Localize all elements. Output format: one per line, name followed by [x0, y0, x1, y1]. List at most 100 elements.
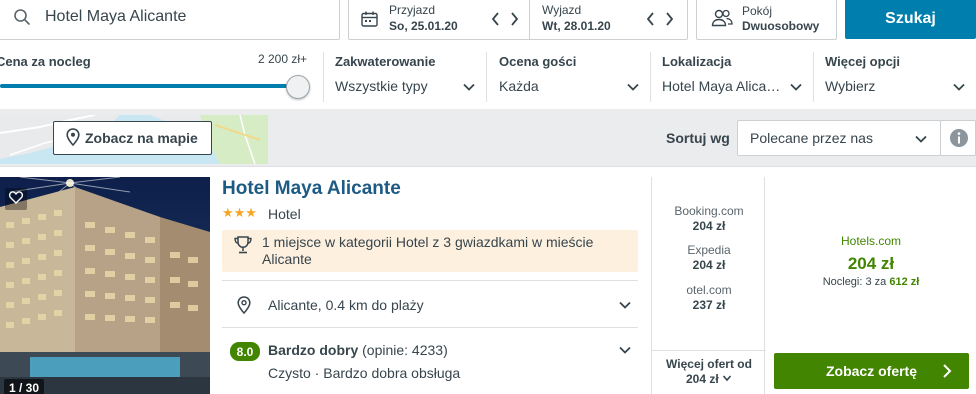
checkout-value: Wt, 28.01.20 — [542, 19, 611, 33]
chevron-down-icon — [618, 343, 632, 360]
best-offer-site[interactable]: Hotels.com — [766, 234, 976, 248]
more-offers-label: Więcej ofert od — [666, 357, 752, 371]
total-price: 612 zł — [889, 276, 920, 288]
best-offer-column: Hotels.com 204 zł Noclegi: 3 za 612 zł Z… — [766, 177, 976, 394]
date-picker: Przyjazd So, 25.01.20 Wyjazd Wt, 28.01.2… — [348, 0, 688, 40]
hotel-result-card: 1 / 30 Hotel Maya Alicante ★★★ Hotel 1 m… — [0, 166, 976, 394]
room-type-selector[interactable]: Pokój Dwuosobowy — [696, 0, 837, 40]
checkin-label: Przyjazd — [389, 3, 436, 17]
rating-summary: Bardzo dobry (opinie: 4233) — [268, 342, 448, 358]
destination-value: Hotel Maya Alicante — [45, 8, 187, 25]
search-button[interactable]: Szukaj — [845, 0, 976, 39]
nights-prefix: Noclegi: 3 za — [822, 276, 887, 288]
view-deal-button[interactable]: Zobacz ofertę — [774, 353, 969, 389]
location-row[interactable]: Alicante, 0.4 km do plaży — [222, 280, 638, 328]
offer-site: Booking.com — [674, 204, 744, 218]
rating-detail: Czysto · Bardzo dobra obsługa — [268, 365, 461, 381]
hotel-type: Hotel — [268, 206, 301, 222]
checkout-field[interactable]: Wyjazd Wt, 28.01.20 — [530, 0, 688, 39]
price-filter-title: Cena za nocleg — [0, 54, 91, 69]
chevron-down-icon — [722, 372, 732, 386]
sort-label: Sortuj wg — [666, 130, 730, 146]
location-filter[interactable]: Lokalizacja Hotel Maya Alica… — [662, 52, 805, 102]
hotel-name-link[interactable]: Hotel Maya Alicante — [222, 178, 401, 200]
destination-search-input[interactable]: Hotel Maya Alicante — [0, 0, 340, 40]
price-slider-handle[interactable] — [286, 75, 310, 99]
more-options-title: Więcej opcji — [825, 54, 901, 69]
image-counter: 1 / 30 — [4, 379, 45, 394]
calendar-icon — [361, 11, 378, 30]
room-value: Dwuosobowy — [742, 19, 820, 33]
rating-review-count: (opinie: 4233) — [362, 342, 448, 358]
checkout-next-icon[interactable] — [664, 12, 674, 29]
chevron-down-icon — [789, 80, 803, 94]
more-offers-price-row: 204 zł — [652, 372, 766, 386]
accommodation-filter[interactable]: Zakwaterowanie Wszystkie typy — [335, 52, 478, 102]
offer-site: Expedia — [687, 243, 731, 257]
offer-price: 237 zł — [692, 298, 726, 312]
filter-divider — [323, 52, 324, 102]
filter-divider — [650, 52, 651, 102]
offer-price: 204 zł — [692, 258, 726, 272]
sort-value: Polecane przez nas — [750, 130, 873, 146]
best-offer-price[interactable]: 204 zł — [766, 254, 976, 274]
chevron-right-icon — [942, 363, 952, 382]
filter-bar: Cena za nocleg 2 200 zł+ Zakwaterowanie … — [0, 44, 976, 109]
checkin-field[interactable]: Przyjazd So, 25.01.20 — [349, 0, 529, 39]
offer-item[interactable]: otel.com 237 zł — [652, 283, 766, 312]
chevron-down-icon — [462, 80, 476, 94]
checkout-label: Wyjazd — [542, 3, 582, 17]
guest-rating-filter[interactable]: Ocena gości Każda — [499, 52, 642, 102]
hotel-photo[interactable]: 1 / 30 — [0, 177, 210, 394]
people-icon — [711, 9, 733, 30]
award-text: 1 miejsce w kategorii Hotel z 3 gwiazdka… — [262, 234, 594, 267]
view-map-button[interactable]: Zobacz na mapie — [53, 121, 212, 155]
filter-divider — [486, 52, 487, 102]
chevron-down-icon — [618, 298, 632, 315]
checkin-next-icon[interactable] — [509, 12, 519, 29]
location-pin-icon — [237, 296, 251, 317]
more-offers-button[interactable]: Więcej ofert od 204 zł — [652, 350, 766, 394]
guest-rating-value: Każda — [499, 78, 539, 94]
chevron-down-icon — [914, 132, 928, 149]
offer-site: otel.com — [686, 283, 732, 297]
room-label: Pokój — [742, 4, 773, 18]
view-map-label: Zobacz na mapie — [85, 130, 198, 146]
other-offers-column: Booking.com 204 zł Expedia 204 zł otel.c… — [651, 177, 766, 394]
guest-rating-title: Ocena gości — [499, 54, 577, 69]
location-title: Lokalizacja — [662, 54, 732, 69]
more-offers-price: 204 zł — [685, 372, 719, 386]
best-offer-total: Noclegi: 3 za 612 zł — [766, 276, 976, 288]
location-value: Hotel Maya Alica… — [662, 78, 781, 94]
filter-divider — [813, 52, 814, 102]
more-options-filter[interactable]: Więcej opcji Wybierz — [825, 52, 968, 102]
rating-row[interactable]: 8.0 Bardzo dobry (opinie: 4233) Czysto ·… — [222, 328, 638, 388]
sort-select[interactable]: Polecane przez nas — [737, 120, 941, 156]
rating-score-badge: 8.0 — [230, 342, 260, 361]
more-options-value: Wybierz — [825, 78, 876, 94]
sort-info-button[interactable] — [940, 120, 976, 156]
offer-item[interactable]: Expedia 204 zł — [652, 243, 766, 272]
checkout-prev-icon[interactable] — [646, 12, 656, 29]
star-rating: ★★★ — [222, 205, 257, 220]
price-max-label: 2 200 zł+ — [258, 52, 308, 66]
chevron-down-icon — [626, 80, 640, 94]
search-icon — [13, 8, 31, 29]
accommodation-value: Wszystkie typy — [335, 78, 428, 94]
view-deal-label: Zobacz ofertę — [825, 363, 917, 379]
rating-word: Bardzo dobry — [268, 342, 359, 358]
offer-item[interactable]: Booking.com 204 zł — [652, 204, 766, 233]
favorite-button[interactable] — [5, 188, 27, 210]
chevron-down-icon — [952, 80, 966, 94]
checkin-prev-icon[interactable] — [491, 12, 501, 29]
heart-icon — [8, 191, 24, 207]
checkin-value: So, 25.01.20 — [389, 19, 458, 33]
trophy-icon — [233, 235, 253, 258]
map-pin-icon — [66, 127, 80, 149]
offer-price: 204 zł — [692, 219, 726, 233]
award-banner: 1 miejsce w kategorii Hotel z 3 gwiazdka… — [222, 230, 638, 272]
map-sort-bar: Zobacz na mapie Sortuj wg Polecane przez… — [0, 109, 976, 166]
location-text: Alicante, 0.4 km do plaży — [268, 297, 424, 313]
search-bar: Hotel Maya Alicante Przyjazd So, 25.01.2… — [0, 0, 976, 44]
price-slider-track[interactable] — [0, 84, 298, 88]
